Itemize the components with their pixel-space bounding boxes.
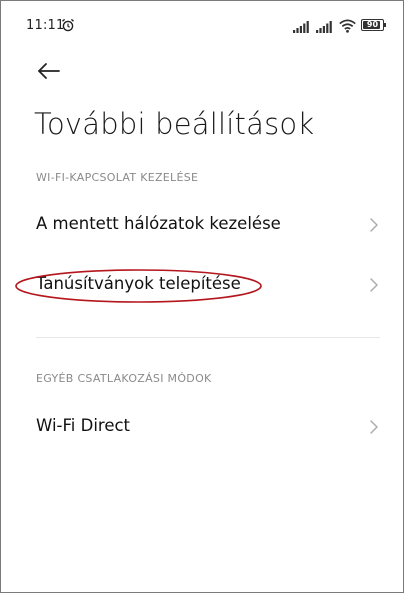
list-item-wifi-direct[interactable]: Wi-Fi Direct bbox=[1, 402, 404, 452]
list-item-install-certificates[interactable]: Tanúsítványok telepítése bbox=[1, 260, 404, 310]
chevron-right-icon bbox=[370, 278, 378, 292]
cell-signal-icon bbox=[293, 21, 309, 33]
arrow-left-icon bbox=[38, 63, 60, 79]
section-header-other-connection-methods: EGYÉB CSATLAKOZÁSI MÓDOK bbox=[36, 372, 212, 385]
list-item-label: Tanúsítványok telepítése bbox=[36, 274, 241, 293]
alarm-clock-icon bbox=[62, 18, 74, 32]
page-title: További beállítások bbox=[34, 107, 315, 141]
list-item-label: Wi-Fi Direct bbox=[36, 416, 131, 435]
wifi-icon bbox=[339, 19, 356, 33]
section-header-wifi-management: WI-FI-KAPCSOLAT KEZELÉSE bbox=[36, 171, 199, 184]
chevron-right-icon bbox=[370, 420, 378, 434]
cell-signal-icon bbox=[316, 21, 332, 33]
battery-tip bbox=[384, 23, 386, 27]
battery-level: 90 bbox=[366, 20, 379, 29]
settings-screen: 11:11 90 További beállítások WI-FI-KAPCS… bbox=[0, 0, 404, 593]
status-time: 11:11 bbox=[26, 18, 65, 33]
battery-indicator: 90 bbox=[361, 19, 387, 31]
list-item-label: A mentett hálózatok kezelése bbox=[36, 214, 281, 233]
chevron-right-icon bbox=[370, 218, 378, 232]
status-bar: 11:11 90 bbox=[1, 1, 404, 45]
section-divider bbox=[36, 337, 380, 338]
back-button[interactable] bbox=[35, 59, 65, 83]
list-item-saved-networks[interactable]: A mentett hálózatok kezelése bbox=[1, 200, 404, 250]
